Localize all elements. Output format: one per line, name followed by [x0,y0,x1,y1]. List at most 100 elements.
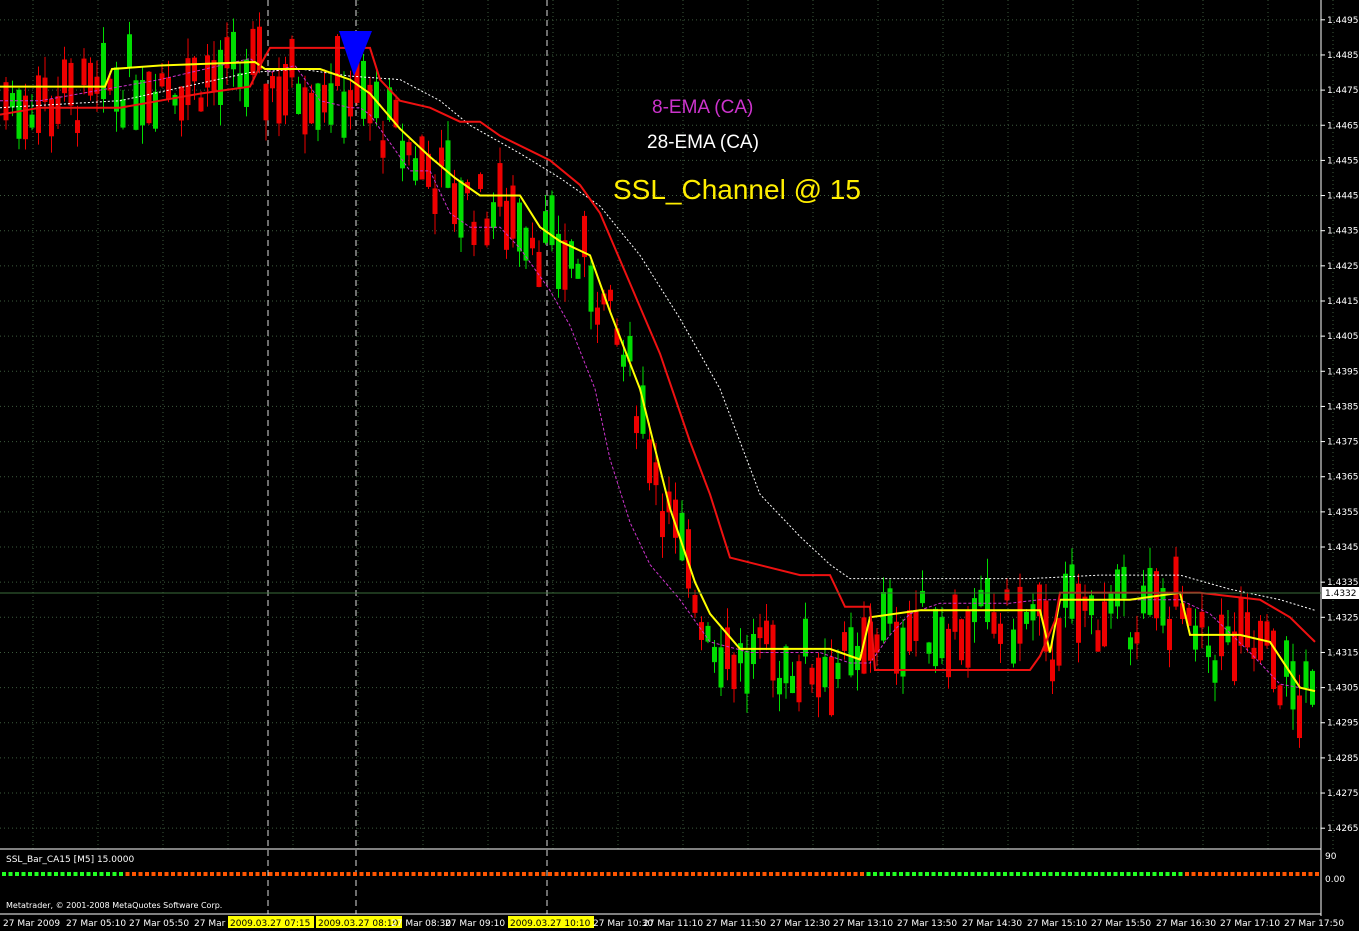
candle-body [1271,630,1276,690]
candle [1206,626,1211,673]
candle [549,190,555,252]
ssl-bar-dot [54,872,58,876]
ssl-bar-dot [444,872,448,876]
candle-body [933,608,938,667]
price-tick-label: 1.4335 [1327,578,1359,588]
candle [478,172,483,193]
candle [1024,609,1029,630]
candle-body [1056,618,1062,666]
ssl-bar-dot [21,872,26,876]
candle [1115,564,1120,619]
candle-body [439,147,444,167]
candle-body [816,657,821,698]
candle-body [1121,566,1127,599]
candle-body [959,619,964,661]
ssl-bar-dot [1269,872,1274,876]
ssl-bar-dot [411,872,416,876]
time-tick-label: 27 Mar 13:10 [833,919,893,929]
candle [725,608,730,681]
ssl-bar-dot [1230,872,1235,876]
candle-body [419,136,425,180]
candle-body [1095,630,1101,652]
price-chart[interactable]: 1.4495 1.4485 1.4475 1.4465 1.4455 1.4445 1.44… [0,0,1359,931]
candle [907,600,912,655]
candle-body [406,142,412,156]
candle [432,174,438,235]
ssl-bar-dot [879,872,884,876]
ssl-bar-dot [242,872,247,876]
candle [1251,630,1257,672]
ssl-bar-dot [860,872,864,876]
candle-body [1024,612,1029,624]
price-tick-label: 1.4385 [1327,402,1359,412]
candle-body [991,612,997,634]
ssl-bar-dot [944,872,949,876]
candle [16,88,22,150]
ssl-bar-dot [450,872,455,876]
ssl-bar-dot [138,872,143,876]
candle [127,21,132,78]
ssl-bar-dot [964,872,968,876]
candle-body [699,622,704,640]
ssl-bar-dot [203,872,208,876]
candle [315,82,321,142]
ssl-bar-dot [801,872,806,876]
ssl-bar-dot [1276,872,1280,876]
candle [588,257,594,330]
ssl-bar-dot [1139,872,1144,876]
candle [796,654,802,712]
candle-body [146,71,152,124]
candle-body [68,62,74,106]
ssl-bar-dot [210,872,214,876]
candle [582,210,587,278]
candle-body [978,589,984,607]
price-tick-label: 1.4445 [1327,192,1359,202]
candle [1082,584,1088,628]
candle [1076,573,1081,663]
candle [62,46,67,102]
candle-body [842,632,847,651]
ssl-bar-dot [67,872,71,876]
candle-body [341,91,347,138]
candle-body [1063,573,1068,608]
candle-body [36,75,41,133]
candle [101,27,106,113]
candle [562,223,568,302]
candle-body [634,416,639,434]
candle-body [23,95,28,140]
price-tick-label: 1.4495 [1327,16,1359,26]
ssl-bar-dot [1029,872,1033,876]
candle [1173,546,1179,610]
ssl-bar-dot [873,872,877,876]
time-tick-label: 27 Mar 17:10 [1220,919,1280,929]
candle [998,612,1003,663]
candle-body [309,92,314,124]
candle-body [1134,632,1140,644]
ssl-bar-dot [15,872,19,876]
price-tick-label: 1.4425 [1327,262,1359,272]
ssl-bar-dot [912,872,916,876]
candle [1069,548,1075,624]
candle [536,240,542,288]
candle-body [1069,564,1075,619]
ssl-bar-dot [327,872,331,876]
candle-body [1173,556,1179,607]
candle [504,187,509,259]
ssl-bar-dot [561,872,565,876]
price-tick-label: 1.4275 [1327,789,1359,799]
price-tick-label: 1.4305 [1327,684,1359,694]
ssl-bar-dot [730,872,734,876]
candle [179,86,184,137]
candle [413,146,418,186]
ssl-bar-dot [892,872,897,876]
ssl-bar-dot [184,872,188,876]
ssl-bar-dot [476,872,481,876]
candle [887,579,893,636]
candle-body [1310,670,1315,705]
ssl-bar-dot [587,872,591,876]
candle [699,616,704,651]
ssl-bar-dot [866,872,871,876]
ssl-bar-dot [346,872,351,876]
ssl-bar-dot [1061,872,1066,876]
ssl-bar-dot [1022,872,1027,876]
